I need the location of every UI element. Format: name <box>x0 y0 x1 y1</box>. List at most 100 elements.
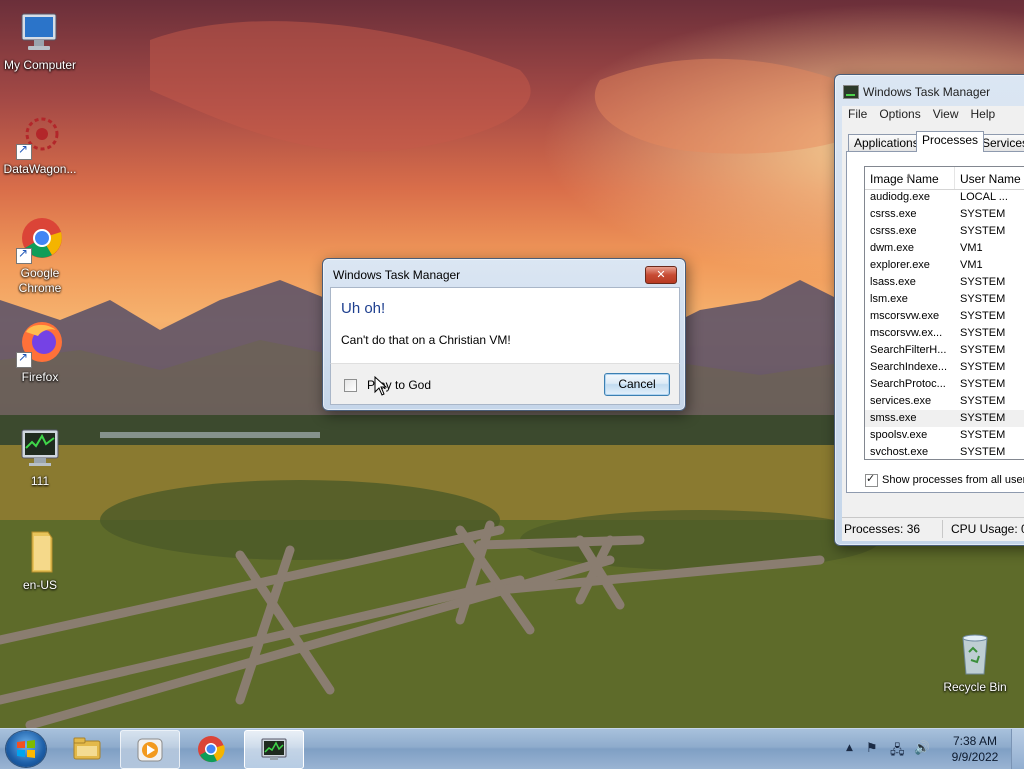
table-row[interactable]: explorer.exe VM1 <box>865 257 1024 274</box>
process-user-name: SYSTEM <box>960 344 1006 356</box>
media-player-icon <box>137 738 163 762</box>
desktop-icon-111[interactable]: 111 <box>0 424 80 489</box>
desktop-icon-label: My Computer <box>3 58 77 72</box>
computer-icon <box>16 8 64 56</box>
taskbar-explorer[interactable] <box>58 730 116 767</box>
table-row[interactable]: SearchFilterH... SYSTEM <box>865 342 1024 359</box>
process-image-name: explorer.exe <box>870 259 930 271</box>
chrome-icon <box>16 216 64 264</box>
desktop-icon-recycle-bin[interactable]: Recycle Bin <box>935 630 1015 695</box>
process-image-name: mscorsvw.exe <box>870 310 940 322</box>
chrome-icon <box>198 736 225 763</box>
tab-processes[interactable]: Processes <box>916 131 985 152</box>
table-row[interactable]: lsass.exe SYSTEM <box>865 274 1024 291</box>
list-header: ▲ Image Name User Name <box>865 167 1024 190</box>
volume-icon[interactable]: 🔊 <box>914 741 930 756</box>
taskbar-chrome[interactable] <box>182 730 240 767</box>
system-tray: ▲ ⚑ 🖧 🔊 7:38 AM 9/9/2022 <box>840 729 1024 769</box>
datawagon-icon <box>16 112 64 160</box>
table-row[interactable]: services.exe SYSTEM <box>865 393 1024 410</box>
desktop-icon-my-computer[interactable]: My Computer <box>0 8 80 73</box>
process-user-name: SYSTEM <box>960 395 1006 407</box>
table-row[interactable]: mscorsvw.ex... SYSTEM <box>865 325 1024 342</box>
taskbar-media-player[interactable] <box>120 730 180 769</box>
desktop-icon-datawagon[interactable]: DataWagon... <box>0 112 80 177</box>
process-user-name: SYSTEM <box>960 429 1006 441</box>
desktop-icon-en-us[interactable]: en-US <box>0 528 80 593</box>
process-user-name: VM1 <box>960 259 983 271</box>
table-row[interactable]: csrss.exe SYSTEM <box>865 206 1024 223</box>
task-manager-icon <box>261 738 287 760</box>
close-button[interactable]: ✕ <box>645 266 677 284</box>
action-center-flag-icon[interactable]: ⚑ <box>866 741 878 756</box>
taskbar: ▲ ⚑ 🖧 🔊 7:38 AM 9/9/2022 <box>0 728 1024 769</box>
process-image-name: csrss.exe <box>870 225 917 237</box>
network-icon[interactable]: 🖧 <box>890 741 905 763</box>
process-user-name: SYSTEM <box>960 361 1006 373</box>
process-user-name: SYSTEM <box>960 412 1006 424</box>
menu-help[interactable]: Help <box>965 106 1002 122</box>
process-user-name: VM1 <box>960 242 983 254</box>
desktop-icon-firefox[interactable]: Firefox <box>0 320 80 385</box>
shortcut-arrow-icon <box>16 350 32 368</box>
menu-options[interactable]: Options <box>873 106 926 122</box>
clock-date: 9/9/2022 <box>951 750 999 764</box>
desktop-icon-google-chrome[interactable]: Google Chrome <box>0 216 80 296</box>
sort-up-icon: ▲ <box>905 171 913 180</box>
pray-checkbox[interactable] <box>344 379 357 392</box>
table-row[interactable]: csrss.exe SYSTEM <box>865 223 1024 240</box>
table-row[interactable]: svchost.exe SYSTEM <box>865 444 1024 459</box>
desktop-icon-label: DataWagon... <box>3 162 77 176</box>
start-button[interactable] <box>6 731 46 767</box>
desktop-icon-label: Firefox <box>21 370 59 384</box>
show-all-users-checkbox[interactable] <box>865 472 878 487</box>
desktop-icon-label: 111 <box>30 474 50 488</box>
mouse-cursor-icon <box>374 376 388 396</box>
process-user-name: SYSTEM <box>960 276 1006 288</box>
table-row[interactable]: smss.exe SYSTEM <box>865 410 1024 427</box>
processes-panel: ▲ Image Name User Name audiodg.exe LOCAL … <box>846 151 1024 493</box>
process-image-name: SearchIndexe... <box>870 361 948 373</box>
shortcut-arrow-icon <box>16 246 32 264</box>
menu-bar: File Options View Help <box>842 106 1024 125</box>
firefox-icon <box>16 320 64 368</box>
process-image-name: lsm.exe <box>870 293 908 305</box>
show-all-users-label: Show processes from all users <box>882 474 1024 486</box>
process-image-name: services.exe <box>870 395 932 407</box>
show-hidden-icons-icon[interactable]: ▲ <box>846 743 853 753</box>
process-user-name: SYSTEM <box>960 378 1006 390</box>
table-row[interactable]: SearchProtoc... SYSTEM <box>865 376 1024 393</box>
process-user-name: SYSTEM <box>960 225 1006 237</box>
cancel-button[interactable]: Cancel <box>604 373 670 396</box>
process-image-name: spoolsv.exe <box>870 429 928 441</box>
tab-applications[interactable]: Applications <box>848 134 925 152</box>
column-user-name[interactable]: User Name <box>955 167 1024 189</box>
menu-file[interactable]: File <box>842 106 873 122</box>
process-image-name: SearchProtoc... <box>870 378 946 390</box>
monitor-program-icon <box>16 424 64 472</box>
folder-icon <box>16 528 64 576</box>
process-image-name: SearchFilterH... <box>870 344 947 356</box>
status-processes: Processes: 36 <box>844 522 921 536</box>
table-row[interactable]: mscorsvw.exe SYSTEM <box>865 308 1024 325</box>
process-image-name: smss.exe <box>870 412 917 424</box>
dialog-heading: Uh oh! <box>341 300 386 317</box>
clock[interactable]: 7:38 AM 9/9/2022 <box>940 733 1010 765</box>
column-image-name[interactable]: ▲ Image Name <box>865 167 955 189</box>
desktop-icon-label: en-US <box>22 578 57 592</box>
process-user-name: SYSTEM <box>960 293 1006 305</box>
table-row[interactable]: lsm.exe SYSTEM <box>865 291 1024 308</box>
table-row[interactable]: spoolsv.exe SYSTEM <box>865 427 1024 444</box>
taskbar-task-manager[interactable] <box>244 730 304 769</box>
table-row[interactable]: SearchIndexe... SYSTEM <box>865 359 1024 376</box>
task-manager-window[interactable]: Windows Task Manager File Options View Help… <box>834 74 1024 546</box>
process-image-name: svchost.exe <box>870 446 929 458</box>
table-row[interactable]: audiodg.exe LOCAL ... <box>865 189 1024 206</box>
table-row[interactable]: dwm.exe VM1 <box>865 240 1024 257</box>
process-list[interactable]: ▲ Image Name User Name audiodg.exe LOCAL … <box>864 166 1024 460</box>
process-image-name: audiodg.exe <box>870 191 930 203</box>
clock-time: 7:38 AM <box>952 734 998 748</box>
process-image-name: lsass.exe <box>870 276 916 288</box>
show-desktop-button[interactable] <box>1011 729 1024 769</box>
menu-view[interactable]: View <box>927 106 965 122</box>
